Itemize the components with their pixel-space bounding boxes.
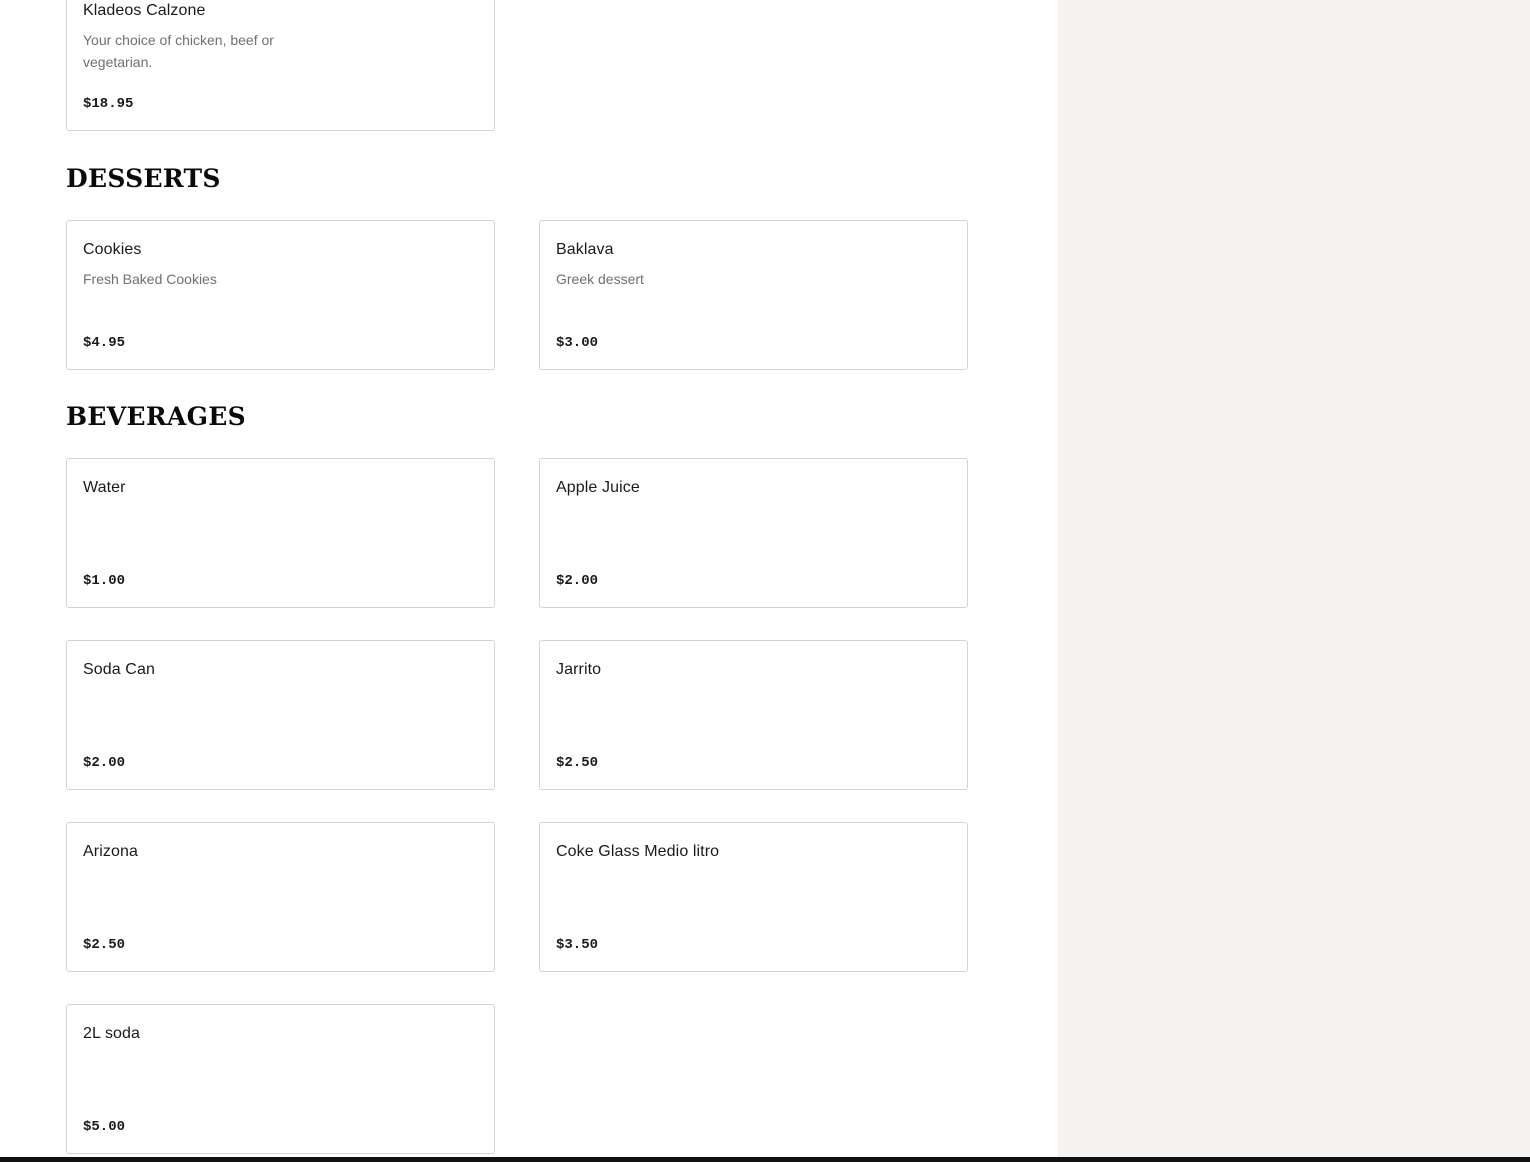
bottom-bar [0, 1157, 1530, 1162]
menu-item-description: Your choice of chicken, beef or vegetari… [83, 32, 274, 70]
menu-item-card[interactable]: Cookies Fresh Baked Cookies $4.95 [66, 220, 495, 370]
menu-item-name: 2L soda [83, 1025, 141, 1042]
menu-item-card[interactable]: Coke Glass Medio litro $3.50 [539, 822, 968, 972]
menu-item-card[interactable]: Arizona $2.50 [66, 822, 495, 972]
menu-item-name: Soda Can [83, 661, 155, 678]
menu-item-name: Cookies [83, 241, 142, 258]
menu-item-price: $1.00 [83, 573, 126, 589]
section-title-desserts: DESSERTS [66, 164, 221, 193]
menu-item-card[interactable]: Water $1.00 [66, 458, 495, 608]
menu-item-card[interactable]: 2L soda $5.00 [66, 1004, 495, 1154]
menu-item-price: $5.00 [83, 1119, 126, 1135]
menu-item-price: $4.95 [83, 335, 126, 351]
menu-item-price: $2.50 [556, 755, 599, 771]
menu-item-card[interactable]: Jarrito $2.50 [539, 640, 968, 790]
menu-item-name: Kladeos Calzone [83, 2, 206, 19]
menu-item-price: $18.95 [83, 96, 134, 112]
menu-item-description: Greek dessert [556, 271, 644, 287]
menu-item-name: Coke Glass Medio litro [556, 843, 720, 860]
menu-item-card[interactable]: Baklava Greek dessert $3.00 [539, 220, 968, 370]
order-side-panel [1058, 0, 1530, 1162]
menu-item-card[interactable]: Apple Juice $2.00 [539, 458, 968, 608]
menu-item-price: $3.00 [556, 335, 599, 351]
menu-item-card[interactable]: Soda Can $2.00 [66, 640, 495, 790]
menu-content: Kladeos Calzone Your choice of chicken, … [0, 0, 1058, 1162]
menu-item-card[interactable]: Kladeos Calzone Your choice of chicken, … [66, 0, 495, 131]
menu-item-name: Apple Juice [556, 479, 640, 496]
menu-item-name: Baklava [556, 241, 614, 258]
menu-item-price: $2.00 [83, 755, 126, 771]
menu-item-price: $2.00 [556, 573, 599, 589]
section-title-beverages: BEVERAGES [66, 402, 246, 431]
menu-item-name: Water [83, 479, 126, 496]
menu-item-name: Arizona [83, 843, 138, 860]
menu-item-name: Jarrito [556, 661, 602, 678]
menu-item-price: $2.50 [83, 937, 126, 953]
menu-item-description: Fresh Baked Cookies [83, 271, 217, 287]
menu-item-price: $3.50 [556, 937, 599, 953]
